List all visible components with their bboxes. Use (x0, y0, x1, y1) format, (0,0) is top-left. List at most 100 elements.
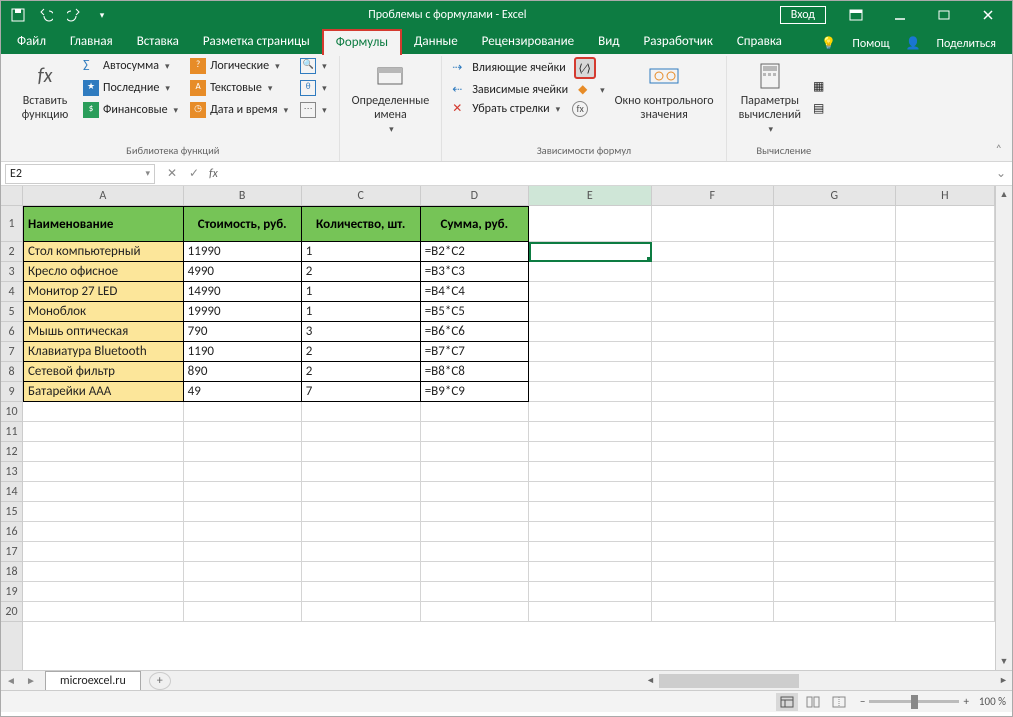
tab-help[interactable]: Справка (725, 30, 794, 54)
cell[interactable]: =B7*C7 (421, 342, 529, 362)
cell[interactable] (529, 302, 652, 322)
cell[interactable] (529, 342, 652, 362)
minimize-icon[interactable] (880, 4, 920, 26)
cancel-icon[interactable]: ✕ (161, 164, 183, 184)
cell[interactable]: Батарейки ААА (23, 382, 184, 402)
cell[interactable] (896, 442, 995, 462)
cell[interactable] (529, 582, 652, 602)
cell[interactable] (652, 502, 774, 522)
cell[interactable] (184, 602, 302, 622)
cell[interactable] (23, 402, 184, 422)
cell[interactable] (184, 442, 302, 462)
cell[interactable] (23, 502, 184, 522)
tab-view[interactable]: Вид (586, 30, 631, 54)
cell[interactable] (652, 462, 774, 482)
zoom-slider[interactable] (869, 700, 959, 703)
cell[interactable]: Кресло офисное (23, 262, 184, 282)
evaluate-icon[interactable]: fx (572, 101, 588, 117)
cell[interactable] (774, 462, 896, 482)
cell[interactable] (774, 442, 896, 462)
cell[interactable] (896, 362, 995, 382)
trace-precedents-button[interactable]: ⇢ Влияющие ячейки ⟨∕⟩ (448, 56, 608, 80)
more-fn-button[interactable]: ⋯▾ (294, 100, 333, 120)
row-header[interactable]: 19 (1, 582, 22, 602)
cell[interactable] (184, 562, 302, 582)
undo-icon[interactable] (33, 4, 59, 26)
tab-review[interactable]: Рецензирование (470, 30, 586, 54)
cell[interactable]: 7 (302, 382, 421, 402)
select-all-triangle[interactable] (1, 186, 22, 206)
cell[interactable]: 1 (302, 242, 421, 262)
cell[interactable] (184, 422, 302, 442)
cell[interactable] (23, 442, 184, 462)
cell[interactable]: 1 (302, 302, 421, 322)
cell[interactable] (184, 482, 302, 502)
cell[interactable] (652, 322, 774, 342)
scroll-left-icon[interactable]: ◄ (642, 675, 659, 686)
cell[interactable]: =B6*C6 (421, 322, 529, 342)
cell[interactable] (184, 462, 302, 482)
cell[interactable]: =B3*C3 (421, 262, 529, 282)
row-header[interactable]: 9 (1, 382, 22, 402)
cell[interactable] (23, 422, 184, 442)
datetime-button[interactable]: ◷Дата и время▾ (184, 100, 294, 120)
cell[interactable] (421, 422, 529, 442)
cell[interactable] (529, 462, 652, 482)
row-header[interactable]: 4 (1, 282, 22, 302)
row-header[interactable]: 10 (1, 402, 22, 422)
cell[interactable] (896, 302, 995, 322)
cell[interactable]: =B2*C2 (421, 242, 529, 262)
cell[interactable] (774, 422, 896, 442)
cell[interactable] (184, 402, 302, 422)
cell[interactable] (529, 522, 652, 542)
cell[interactable] (302, 402, 421, 422)
cell[interactable] (529, 602, 652, 622)
cell[interactable] (529, 322, 652, 342)
tab-developer[interactable]: Разработчик (631, 30, 724, 54)
cell[interactable] (529, 262, 652, 282)
cell[interactable]: 790 (184, 322, 302, 342)
cell[interactable]: Сетевой фильтр (23, 362, 184, 382)
formula-input[interactable] (222, 164, 996, 184)
cell[interactable]: 3 (302, 322, 421, 342)
row-header[interactable]: 20 (1, 602, 22, 622)
normal-view-icon[interactable] (776, 693, 798, 711)
cell[interactable] (302, 442, 421, 462)
cell[interactable] (421, 522, 529, 542)
page-break-view-icon[interactable] (828, 693, 850, 711)
scroll-down-icon[interactable]: ▼ (996, 653, 1012, 670)
row-header[interactable]: 7 (1, 342, 22, 362)
cell[interactable] (652, 562, 774, 582)
cell[interactable] (529, 542, 652, 562)
add-sheet-icon[interactable]: + (149, 672, 171, 690)
col-header-A[interactable]: A (23, 186, 184, 205)
cell[interactable] (896, 462, 995, 482)
cell[interactable] (529, 422, 652, 442)
cell[interactable] (23, 482, 184, 502)
tell-me-icon[interactable]: 💡 (815, 33, 842, 54)
cell[interactable] (896, 522, 995, 542)
cell[interactable]: 890 (184, 362, 302, 382)
cell[interactable] (652, 542, 774, 562)
row-header[interactable]: 1 (1, 206, 22, 242)
cell[interactable] (302, 462, 421, 482)
row-header[interactable]: 5 (1, 302, 22, 322)
cell[interactable]: 11990 (184, 242, 302, 262)
tab-nav-next-icon[interactable]: ► (21, 674, 41, 687)
cell[interactable] (896, 282, 995, 302)
cell[interactable] (302, 522, 421, 542)
col-header-B[interactable]: B (184, 186, 302, 205)
cell[interactable]: 2 (302, 342, 421, 362)
cell[interactable] (529, 562, 652, 582)
row-header[interactable]: 3 (1, 262, 22, 282)
cell[interactable] (774, 242, 896, 262)
cell[interactable] (774, 362, 896, 382)
tab-insert[interactable]: Вставка (125, 30, 191, 54)
cell[interactable] (302, 602, 421, 622)
cell[interactable] (23, 542, 184, 562)
cell[interactable] (302, 582, 421, 602)
col-header-D[interactable]: D (421, 186, 529, 205)
row-header[interactable]: 2 (1, 242, 22, 262)
row-header[interactable]: 11 (1, 422, 22, 442)
fx-icon[interactable]: fx (209, 167, 218, 181)
